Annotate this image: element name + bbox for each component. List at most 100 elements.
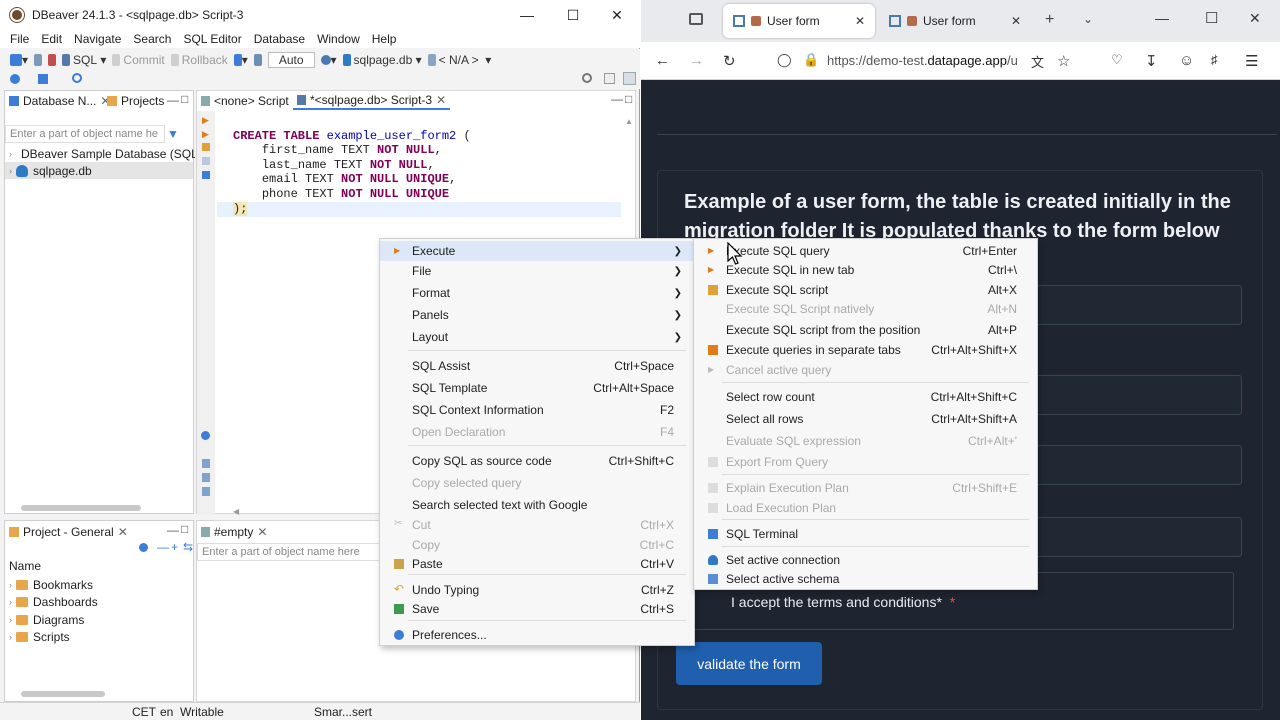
close-tab-icon[interactable]: ✕ xyxy=(1011,14,1021,28)
close-tab-icon[interactable]: ✕ xyxy=(855,14,865,28)
explain-plan-icon[interactable] xyxy=(202,157,210,165)
auto-commit-select[interactable]: Auto xyxy=(267,52,315,68)
maximize-panel-icon[interactable]: □ xyxy=(181,92,188,106)
tab-sqlpage-script-3[interactable]: *<sqlpage.db> Script-3 ✕ xyxy=(293,92,451,110)
menu-item-format[interactable]: Format ❯ xyxy=(380,283,694,303)
export-icon[interactable] xyxy=(202,473,210,482)
quick-search-icon[interactable] xyxy=(582,73,592,83)
tree-item-scripts[interactable]: › Scripts xyxy=(9,628,70,645)
submenu-export-from-query[interactable]: Export From Query xyxy=(694,452,1037,472)
menu-item-search-google[interactable]: Search selected text with Google xyxy=(380,495,694,515)
active-connection-select[interactable]: sqlpage.db ▾ xyxy=(342,53,422,67)
reload-icon[interactable]: ↻ xyxy=(723,52,736,70)
browser-tab-2[interactable]: User form ✕ xyxy=(879,4,1031,38)
navigator-icon[interactable] xyxy=(38,74,48,84)
shield-icon[interactable]: ◯ xyxy=(777,52,792,68)
menu-item-preferences[interactable]: Preferences... xyxy=(380,625,694,645)
db-filter-input[interactable]: Enter a part of object name he xyxy=(5,125,165,143)
collapse-icon[interactable]: — xyxy=(157,540,169,554)
lock-icon[interactable]: 🔒 xyxy=(803,52,819,68)
new-tab-icon[interactable]: + xyxy=(1045,11,1054,29)
filter-icon[interactable]: ▼ xyxy=(167,127,179,141)
bookmark-star-icon[interactable]: ☆ xyxy=(1057,52,1070,70)
sql-editor-button[interactable]: SQL ▾ xyxy=(62,53,106,67)
menu-item-sql-template[interactable]: SQL Template Ctrl+Alt+Space xyxy=(380,378,694,398)
forward-icon[interactable]: → xyxy=(689,52,704,69)
tab-project-general[interactable]: Project - General ✕ xyxy=(5,523,132,541)
history-icon[interactable]: ▾ xyxy=(320,53,337,67)
menu-item-sql-context-info[interactable]: SQL Context Information F2 xyxy=(380,400,694,420)
maximize-browser-icon[interactable]: ☐ xyxy=(1205,9,1218,27)
minimize-panel-icon[interactable]: — xyxy=(167,523,179,537)
maximize-panel-icon[interactable]: □ xyxy=(181,522,188,536)
connect-icon[interactable] xyxy=(34,54,43,66)
menu-item-copy-selected-query[interactable]: Copy selected query xyxy=(380,473,694,493)
tree-item-diagrams[interactable]: › Diagrams xyxy=(9,611,84,628)
minimize-button[interactable]: — xyxy=(504,0,550,30)
disconnect-icon[interactable] xyxy=(48,54,57,66)
tree-item-dashboards[interactable]: › Dashboards xyxy=(9,593,98,610)
submenu-select-all-rows[interactable]: Select all rows Ctrl+Alt+Shift+A xyxy=(694,409,1037,429)
account-icon[interactable]: ☺ xyxy=(1179,52,1194,69)
minimize-panel-icon[interactable]: — xyxy=(167,93,179,107)
execute-query-icon[interactable]: ▶ xyxy=(202,115,209,126)
menu-file[interactable]: File xyxy=(0,32,35,46)
menu-item-layout[interactable]: Layout ❯ xyxy=(380,327,694,347)
submenu-explain-plan[interactable]: Explain Execution Plan Ctrl+Shift+E xyxy=(694,478,1037,498)
menu-item-undo-typing[interactable]: ↶ Undo Typing Ctrl+Z xyxy=(380,580,694,600)
open-perspective-icon[interactable] xyxy=(604,73,615,84)
back-icon[interactable]: ← xyxy=(655,52,670,69)
close-window-button[interactable]: ✕ xyxy=(594,0,640,30)
commit-button[interactable]: Commit xyxy=(112,53,165,67)
submenu-load-plan[interactable]: Load Execution Plan xyxy=(694,498,1037,518)
empty-filter-input[interactable]: Enter a part of object name here xyxy=(197,543,387,561)
scroll-left-icon[interactable]: ◀ xyxy=(233,507,239,516)
submenu-execute-sql-query[interactable]: ▶ Execute SQL query Ctrl+Enter xyxy=(694,241,1037,261)
link-icon[interactable]: ⇆ xyxy=(183,540,193,554)
tab-list-icon[interactable]: ⌄ xyxy=(1083,12,1093,26)
submenu-sql-terminal[interactable]: SQL Terminal xyxy=(694,524,1037,544)
url-field[interactable]: https://demo-test.datapage.app/u xyxy=(827,53,1023,68)
submenu-set-active-connection[interactable]: Set active connection xyxy=(694,550,1037,570)
transaction-mode-icon[interactable]: ▾ xyxy=(233,53,248,67)
menu-item-sql-assist[interactable]: SQL Assist Ctrl+Space xyxy=(380,356,694,376)
tab-projects[interactable]: Projects xyxy=(103,92,168,110)
settings-icon[interactable] xyxy=(201,431,210,440)
menu-help[interactable]: Help xyxy=(366,32,403,46)
submenu-execute-from-position[interactable]: Execute SQL script from the position Alt+… xyxy=(694,320,1037,340)
menu-item-save[interactable]: Save Ctrl+S xyxy=(380,599,694,619)
menu-item-paste[interactable]: Paste Ctrl+V xyxy=(380,554,694,574)
submenu-execute-script[interactable]: Execute SQL script Alt+X xyxy=(694,280,1037,300)
menu-item-open-declaration[interactable]: Open Declaration F4 xyxy=(380,422,694,442)
horizontal-scrollbar[interactable] xyxy=(21,691,105,697)
translate-icon[interactable]: 文 xyxy=(1031,52,1044,71)
menu-icon[interactable]: ☰ xyxy=(1245,52,1258,70)
downloads-icon[interactable]: ↧ xyxy=(1145,52,1158,70)
panels-icon[interactable] xyxy=(202,487,210,496)
maximize-editor-icon[interactable]: □ xyxy=(625,92,632,106)
lock-icon[interactable] xyxy=(253,54,262,66)
validate-form-button[interactable]: validate the form xyxy=(676,642,822,685)
active-schema-select[interactable]: < N/A > ▾ xyxy=(427,53,491,67)
menu-item-copy[interactable]: Copy Ctrl+C xyxy=(380,535,694,555)
menu-item-panels[interactable]: Panels ❯ xyxy=(380,305,694,325)
tree-item-sqlpage-db[interactable]: › sqlpage.db xyxy=(5,162,193,179)
submenu-evaluate-expression[interactable]: Evaluate SQL expression Ctrl+Alt+' xyxy=(694,431,1037,451)
minimize-editor-icon[interactable]: — xyxy=(611,92,623,106)
menu-item-execute[interactable]: ▶ Execute ❯ xyxy=(380,241,694,261)
browser-tab-active[interactable]: User form ✕ xyxy=(723,4,875,38)
submenu-execute-new-tab[interactable]: ▶ Execute SQL in new tab Ctrl+\ xyxy=(694,260,1037,280)
submenu-select-active-schema[interactable]: Select active schema xyxy=(694,569,1037,589)
minimize-browser-icon[interactable]: — xyxy=(1155,10,1169,26)
format-icon[interactable] xyxy=(202,459,210,468)
database-perspective-icon[interactable] xyxy=(623,72,636,85)
tab-none-script[interactable]: <none> Script xyxy=(197,92,293,110)
new-connection-icon[interactable]: ▾ xyxy=(10,53,28,67)
project-settings-icon[interactable] xyxy=(139,543,148,552)
menu-edit[interactable]: Edit xyxy=(35,32,68,46)
sql-code[interactable]: CREATE TABLE example_user_form2 ( first_… xyxy=(233,114,471,216)
add-icon[interactable]: + xyxy=(171,540,178,554)
menu-sql-editor[interactable]: SQL Editor xyxy=(177,32,247,46)
search-icon[interactable] xyxy=(72,73,82,83)
submenu-execute-natively[interactable]: Execute SQL Script natively Alt+N xyxy=(694,299,1037,319)
